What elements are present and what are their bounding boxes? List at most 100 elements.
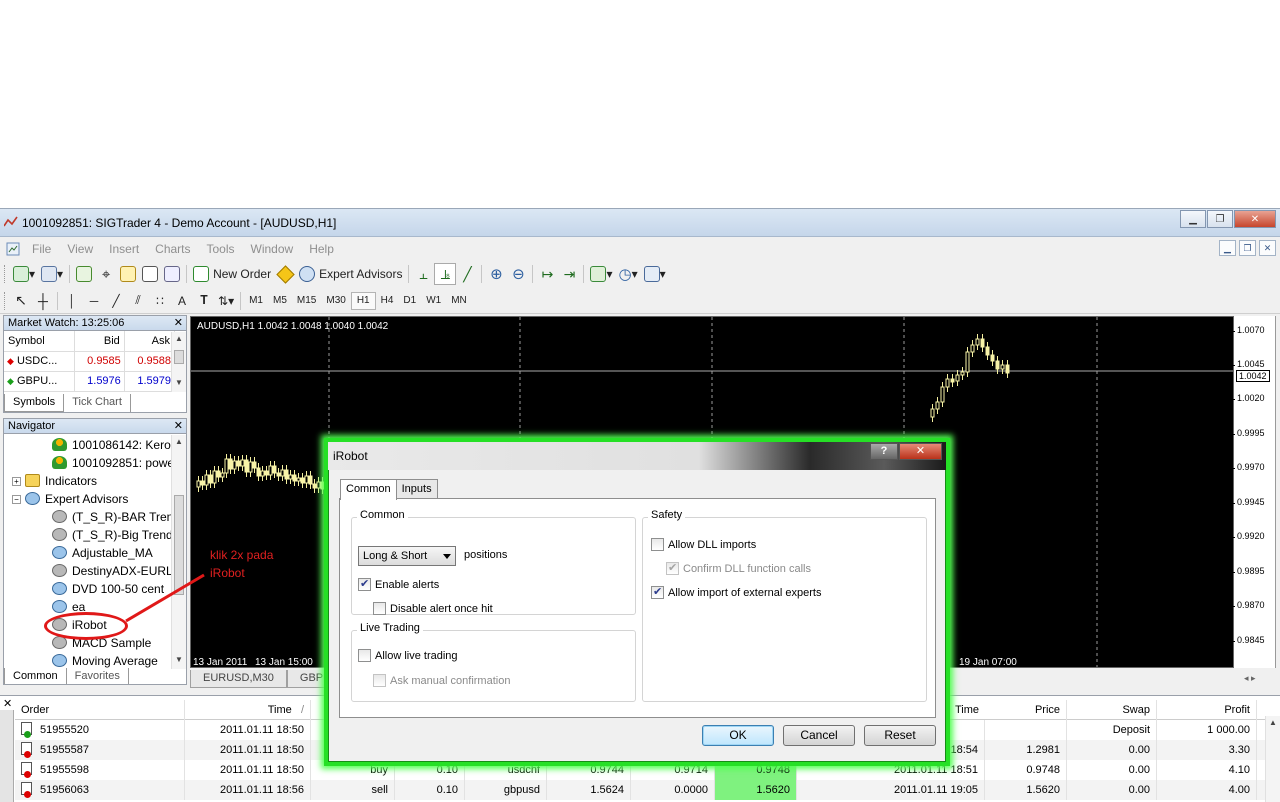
scroll-up-icon[interactable]: ▲	[172, 332, 186, 346]
enable-alerts-checkbox[interactable]: Enable alerts	[358, 577, 439, 592]
symbol-row[interactable]: ◆ USDC... 0.9585 0.9588	[4, 351, 176, 372]
timeframe-mn[interactable]: MN	[446, 292, 472, 310]
vertical-line-tool[interactable]: │	[61, 290, 83, 312]
metaeditor-button[interactable]	[274, 263, 296, 285]
column-header-time-close[interactable]: Time	[949, 700, 985, 720]
cancel-button[interactable]: Cancel	[783, 725, 855, 746]
confirm-dll-calls-checkbox[interactable]: Confirm DLL function calls	[666, 561, 811, 576]
menu-window[interactable]: Window	[243, 242, 302, 256]
zoom-out-button[interactable]: ⊖	[507, 263, 529, 285]
new-order-button[interactable]: New Order	[190, 263, 274, 285]
ask-manual-confirmation-checkbox[interactable]: Ask manual confirmation	[373, 674, 510, 688]
symbol-row[interactable]: ◆ GBPU... 1.5976 1.5979	[4, 371, 176, 392]
profiles-button[interactable]: ▾	[38, 263, 66, 285]
minimize-button[interactable]: ▁	[1180, 210, 1206, 228]
allow-external-experts-checkbox[interactable]: Allow import of external experts	[651, 585, 821, 600]
reset-button[interactable]: Reset	[864, 725, 936, 746]
tab-common[interactable]: Common	[340, 479, 397, 500]
new-chart-button[interactable]: ▾	[10, 263, 38, 285]
timeframe-m30[interactable]: M30	[321, 292, 350, 310]
close-navigator-button[interactable]: ✕	[174, 419, 183, 434]
navigator-scrollbar[interactable]: ▲ ▼	[171, 435, 186, 669]
nav-expert-item[interactable]: Adjustable_MA	[52, 544, 153, 562]
bar-chart-button[interactable]: ⫠	[412, 263, 434, 285]
nav-indicators[interactable]: + Indicators	[12, 472, 97, 490]
scroll-up-icon[interactable]: ▲	[172, 435, 186, 449]
fibonacci-tool[interactable]: ∷	[149, 290, 171, 312]
templates-button[interactable]: ▾	[641, 263, 669, 285]
column-header-order[interactable]: Order	[15, 700, 185, 720]
nav-expert-item[interactable]: (T_S_R)-BAR Tren	[52, 508, 173, 526]
expand-icon[interactable]: +	[12, 477, 21, 486]
crosshair-tool[interactable]: ┼	[32, 290, 54, 312]
tab-favorites[interactable]: Favorites	[67, 668, 129, 684]
column-header-profit[interactable]: Profit	[1157, 700, 1257, 720]
close-dialog-button[interactable]: ✕	[899, 443, 942, 460]
arrows-tool[interactable]: ⇅ ▾	[215, 290, 237, 312]
child-close-button[interactable]: ✕	[1259, 240, 1276, 256]
line-chart-button[interactable]: ╱	[456, 263, 478, 285]
scroll-down-icon[interactable]: ▼	[172, 376, 186, 390]
scroll-up-icon[interactable]: ▲	[1266, 716, 1280, 730]
table-row[interactable]: 51956063 2011.01.11 18:56 sell 0.10 gbpusd 1.…	[15, 780, 1280, 800]
market-watch-scrollbar[interactable]: ▲ ▼	[171, 332, 186, 392]
allow-dll-imports-checkbox[interactable]: Allow DLL imports	[651, 538, 756, 552]
terminal-toggle[interactable]	[139, 263, 161, 285]
close-market-watch-button[interactable]: ✕	[174, 316, 183, 331]
menu-file[interactable]: File	[24, 242, 59, 256]
timeframe-w1[interactable]: W1	[421, 292, 446, 310]
channel-tool[interactable]: ⫽	[127, 290, 149, 312]
terminal-scrollbar[interactable]: ▲	[1265, 716, 1280, 802]
expert-advisors-button[interactable]: Expert Advisors	[296, 263, 405, 285]
close-window-button[interactable]: ✕	[1234, 210, 1276, 228]
candlestick-button[interactable]: ⫡	[434, 263, 457, 285]
timeframe-m15[interactable]: M15	[292, 292, 321, 310]
text-label-tool[interactable]: 𝐓	[193, 290, 215, 312]
tab-inputs[interactable]: Inputs	[395, 479, 438, 499]
timeframe-h1[interactable]: H1	[350, 291, 376, 310]
help-button[interactable]: ?	[870, 443, 898, 460]
cursor-tool[interactable]: ↖	[10, 290, 32, 312]
horizontal-line-tool[interactable]: ─	[83, 290, 105, 312]
column-header-symbol[interactable]: Symbol	[4, 331, 75, 352]
data-window-toggle[interactable]: ⌖	[95, 263, 117, 285]
chart-tab-eurusd[interactable]: EURUSD,M30	[190, 670, 287, 688]
column-header-time[interactable]: Time /	[185, 700, 311, 720]
menu-insert[interactable]: Insert	[101, 242, 147, 256]
ok-button[interactable]: OK	[702, 725, 774, 746]
indicators-button[interactable]: ▾	[587, 263, 615, 285]
text-tool[interactable]: A	[171, 290, 193, 312]
timeframe-d1[interactable]: D1	[398, 292, 421, 310]
periods-button[interactable]: ◷ ▾	[615, 263, 640, 285]
menu-tools[interactable]: Tools	[199, 242, 243, 256]
column-header-swap[interactable]: Swap	[1067, 700, 1157, 720]
timeframe-m5[interactable]: M5	[268, 292, 292, 310]
nav-expert-item[interactable]: (T_S_R)-Big Trend	[52, 526, 173, 544]
navigator-toggle[interactable]	[117, 263, 139, 285]
zoom-in-button[interactable]: ⊕	[485, 263, 507, 285]
allow-live-trading-checkbox[interactable]: Allow live trading	[358, 649, 458, 663]
column-header-ask[interactable]: Ask	[124, 331, 176, 352]
positions-select[interactable]: Long & Short	[358, 546, 456, 566]
timeframe-h4[interactable]: H4	[376, 292, 399, 310]
close-terminal-button[interactable]: ✕	[3, 697, 12, 710]
scroll-down-icon[interactable]: ▼	[172, 653, 186, 667]
disable-alert-once-checkbox[interactable]: Disable alert once hit	[373, 602, 493, 616]
tab-common[interactable]: Common	[4, 668, 67, 684]
menu-charts[interactable]: Charts	[147, 242, 198, 256]
child-restore-button[interactable]: ❐	[1239, 240, 1256, 256]
menu-help[interactable]: Help	[301, 242, 342, 256]
column-header-price[interactable]: Price	[985, 700, 1067, 720]
column-header-bid[interactable]: Bid	[74, 331, 125, 352]
nav-account-2[interactable]: 1001092851: powe	[52, 454, 174, 472]
nav-account-1[interactable]: 1001086142: Keror	[52, 436, 175, 454]
timeframe-m1[interactable]: M1	[244, 292, 268, 310]
collapse-icon[interactable]: −	[12, 495, 21, 504]
menu-view[interactable]: View	[59, 242, 101, 256]
chart-tabs-scroll[interactable]: ◂ ▸	[1244, 673, 1256, 684]
strategy-tester-toggle[interactable]	[161, 263, 183, 285]
nav-expert-advisors[interactable]: − Expert Advisors	[12, 490, 128, 508]
maximize-button[interactable]: ❐	[1207, 210, 1233, 228]
chart-shift-button[interactable]: ⇥	[558, 263, 580, 285]
trendline-tool[interactable]: ╱	[105, 290, 127, 312]
